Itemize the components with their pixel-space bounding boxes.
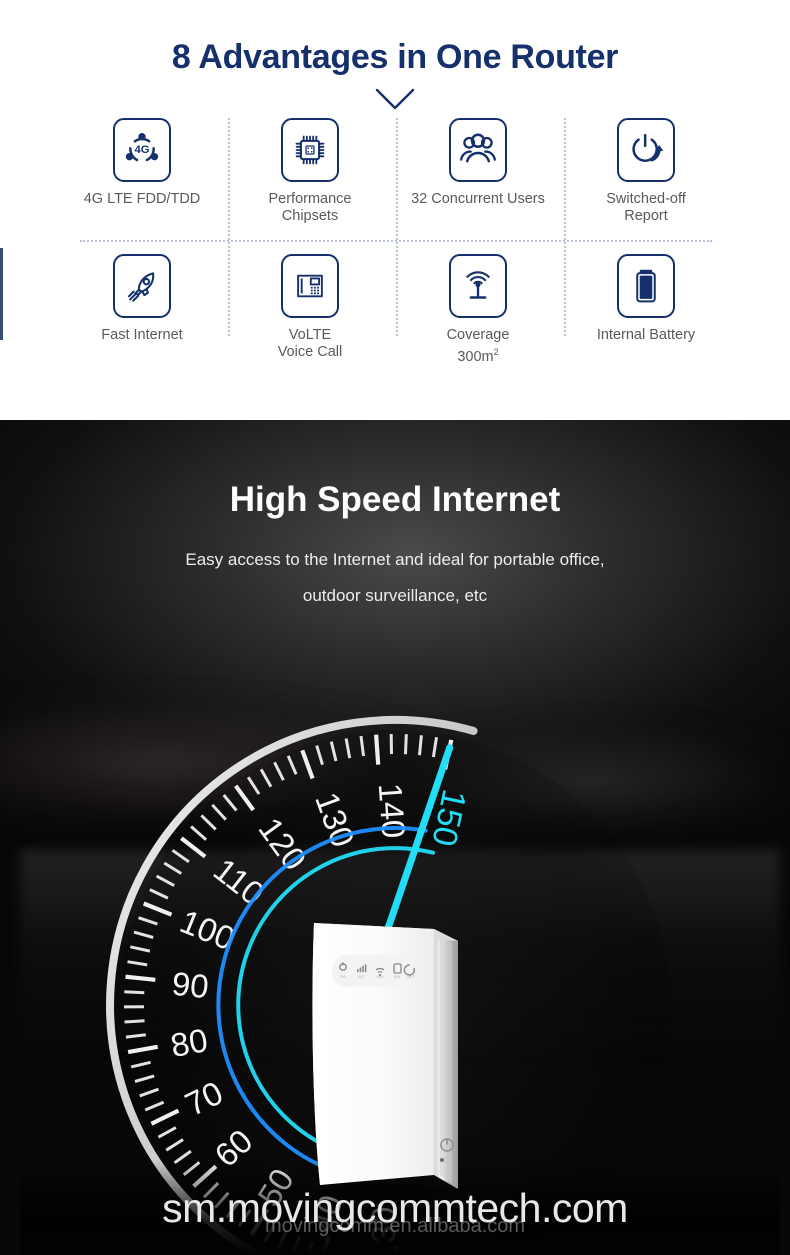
battery-icon (617, 254, 675, 318)
feature-performance-chipsets[interactable]: Performance Chipsets (226, 118, 394, 225)
chevron-down-icon (374, 86, 416, 112)
product-detail-page: 8 Advantages in One Router 4G 4G LTE FDD… (0, 0, 790, 1255)
svg-text:WiFi: WiFi (376, 975, 383, 979)
hero-subtitle-line-1: Easy access to the Internet and ideal fo… (185, 550, 605, 569)
svg-text:SIG: SIG (358, 975, 364, 979)
watermark-primary: sm.movingcommtech.com (162, 1185, 628, 1231)
4g-network-icon: 4G (113, 118, 171, 182)
feature-4g-lte[interactable]: 4G 4G LTE FDD/TDD (58, 118, 226, 208)
hero-subtitle: Easy access to the Internet and ideal fo… (0, 542, 790, 614)
advantages-grid: 4G 4G LTE FDD/TDD Performance Chipsets 3… (58, 112, 732, 382)
feature-label: 4G LTE FDD/TDD (83, 191, 201, 207)
feature-internal-battery[interactable]: Internal Battery (562, 254, 730, 344)
desk-phone-icon (281, 254, 339, 318)
hero-title: High Speed Internet (229, 480, 561, 519)
users-group-icon (449, 118, 507, 182)
feature-label: 32 Concurrent Users (411, 191, 545, 207)
feature-label: Switched-off Report (606, 191, 686, 224)
left-edge-artifact (0, 248, 3, 340)
feature-label: VoLTE Voice Call (277, 327, 343, 360)
feature-concurrent-users[interactable]: 32 Concurrent Users (394, 118, 562, 208)
feature-label: Fast Internet (101, 327, 183, 343)
rocket-icon (113, 254, 171, 318)
4g-lte-router-device: PW SIG WiFi SIM NET (306, 907, 481, 1199)
signal-tower-icon (449, 254, 507, 318)
power-report-icon (617, 118, 675, 182)
feature-label: Coverage 300m2 (446, 327, 510, 365)
svg-text:4G: 4G (134, 144, 149, 156)
feature-label: Internal Battery (596, 327, 696, 343)
feature-switched-off-report[interactable]: Switched-off Report (562, 118, 730, 225)
gauge-tick-label: 90 (170, 965, 210, 1006)
feature-fast-internet[interactable]: Fast Internet (58, 254, 226, 344)
hero-subtitle-line-2: outdoor surveillance, etc (302, 586, 488, 605)
svg-text:NET: NET (407, 975, 415, 979)
gauge-tick-label: 80 (168, 1021, 211, 1064)
advantages-section: 8 Advantages in One Router 4G 4G LTE FDD… (0, 0, 790, 420)
svg-text:PW: PW (340, 975, 346, 979)
svg-text:SIM: SIM (394, 975, 400, 979)
feature-coverage[interactable]: Coverage 300m2 (394, 254, 562, 366)
feature-volte-voice-call[interactable]: VoLTE Voice Call (226, 254, 394, 361)
chipset-icon (281, 118, 339, 182)
page-title: 8 Advantages in One Router (171, 38, 619, 76)
high-speed-hero-section: High Speed Internet Easy access to the I… (0, 420, 790, 1255)
feature-label: Performance Chipsets (268, 191, 352, 224)
